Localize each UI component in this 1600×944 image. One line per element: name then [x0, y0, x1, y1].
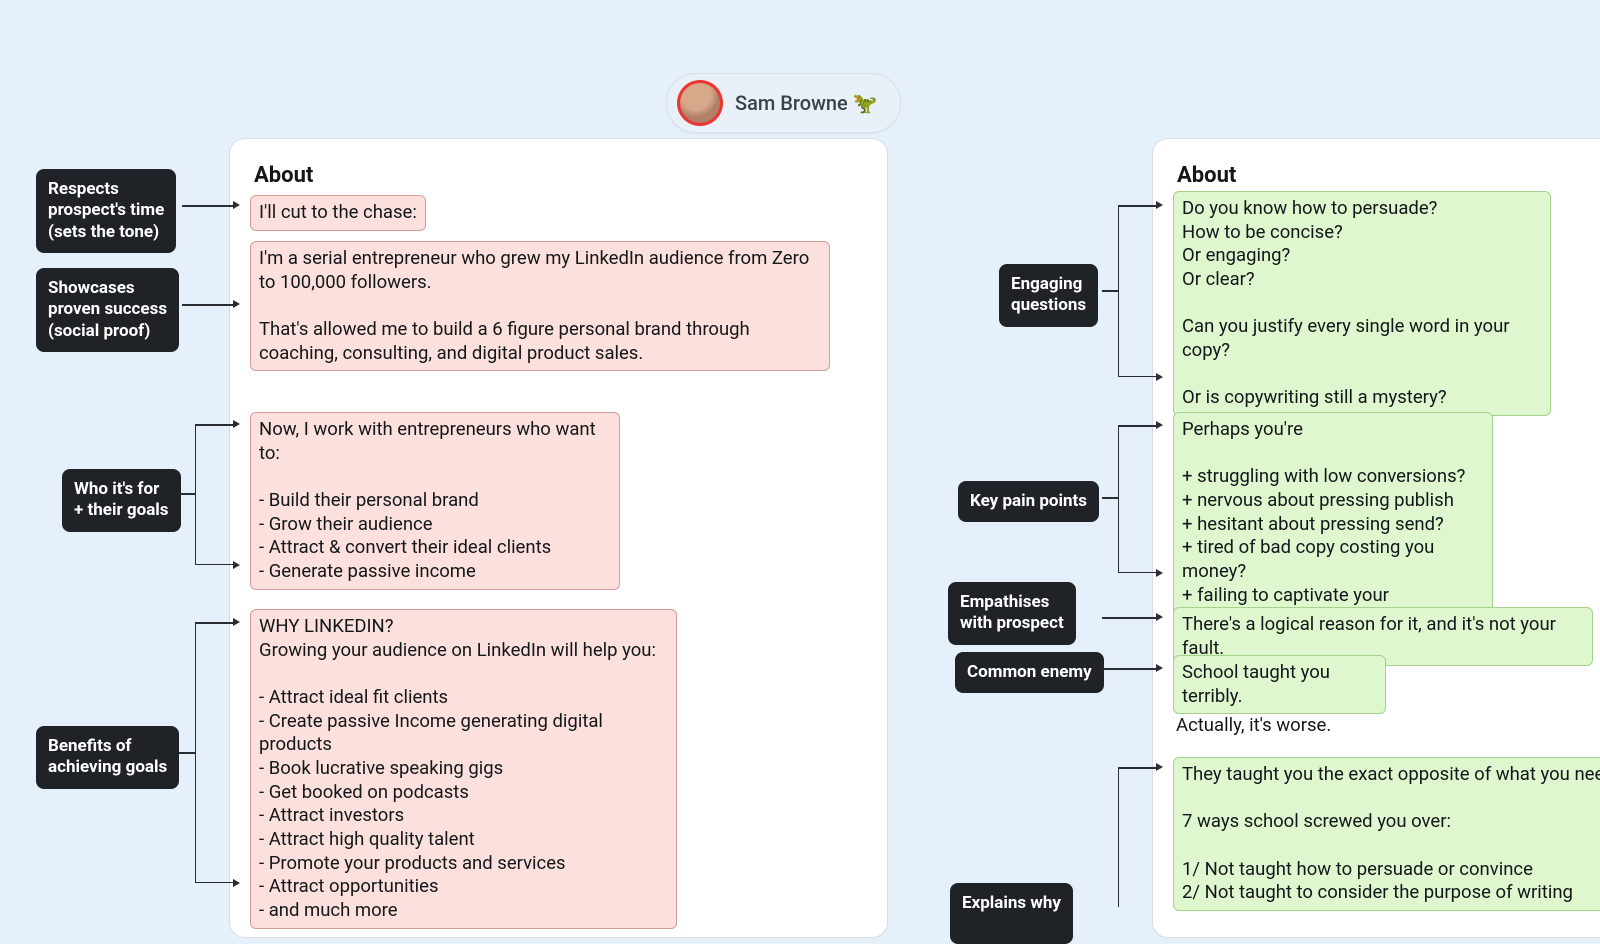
- tag-social-proof: Showcases proven success (social proof): [36, 268, 179, 352]
- block-audience: Now, I work with entrepreneurs who want …: [250, 412, 620, 590]
- tag-benefits: Benefits of achieving goals: [36, 726, 179, 789]
- tag-engaging: Engaging questions: [999, 264, 1098, 327]
- panel-title: About: [254, 163, 863, 188]
- profile-badge: Sam Browne 🦖: [666, 73, 901, 133]
- block-enemy: School taught you terribly.: [1173, 655, 1386, 714]
- arrow-icon: [1156, 373, 1163, 381]
- arrow-icon: [1156, 201, 1163, 209]
- block-questions: Do you know how to persuade? How to be c…: [1173, 191, 1551, 416]
- connector-bracket: [1118, 767, 1119, 907]
- plain-worse: Actually, it's worse.: [1176, 714, 1331, 738]
- block-explains: They taught you the exact opposite of wh…: [1173, 757, 1600, 911]
- tag-empathises: Empathises with prospect: [948, 582, 1076, 645]
- connector-bracket: [1118, 425, 1119, 573]
- tag-enemy: Common enemy: [955, 652, 1104, 693]
- arrow-icon: [233, 879, 240, 887]
- connector-bracket: [195, 622, 196, 883]
- arrow-icon: [233, 618, 240, 626]
- connector: [179, 493, 195, 495]
- connector: [182, 205, 233, 207]
- block-painpoints: Perhaps you're + struggling with low con…: [1173, 412, 1493, 637]
- connector-bracket: [195, 424, 196, 565]
- connector-bracket: [1118, 205, 1119, 377]
- connector: [1102, 497, 1118, 499]
- connector: [1102, 668, 1156, 670]
- arrow-icon: [1156, 613, 1163, 621]
- arrow-icon: [1156, 763, 1163, 771]
- tag-who-for: Who it's for + their goals: [62, 469, 181, 532]
- connector: [182, 304, 233, 306]
- tag-respects-time: Respects prospect's time (sets the tone): [36, 169, 176, 253]
- arrow-icon: [1156, 421, 1163, 429]
- tag-painpoints: Key pain points: [958, 481, 1099, 522]
- arrow-icon: [233, 420, 240, 428]
- connector: [1102, 290, 1118, 292]
- block-benefits: WHY LINKEDIN? Growing your audience on L…: [250, 609, 677, 929]
- panel-title: About: [1177, 163, 1600, 188]
- connector: [1102, 617, 1156, 619]
- arrow-icon: [233, 201, 240, 209]
- avatar: [677, 80, 723, 126]
- arrow-icon: [1156, 569, 1163, 577]
- arrow-icon: [233, 300, 240, 308]
- arrow-icon: [1156, 664, 1163, 672]
- connector: [179, 752, 195, 754]
- block-intro: I'll cut to the chase:: [250, 195, 426, 231]
- block-bio: I'm a serial entrepreneur who grew my Li…: [250, 241, 830, 371]
- profile-name: Sam Browne 🦖: [735, 91, 878, 115]
- tag-explains-why: Explains why: [950, 883, 1073, 944]
- arrow-icon: [233, 561, 240, 569]
- about-panel-right: About Do you know how to persuade? How t…: [1152, 138, 1600, 938]
- about-panel-left: About I'll cut to the chase: I'm a seria…: [229, 138, 888, 938]
